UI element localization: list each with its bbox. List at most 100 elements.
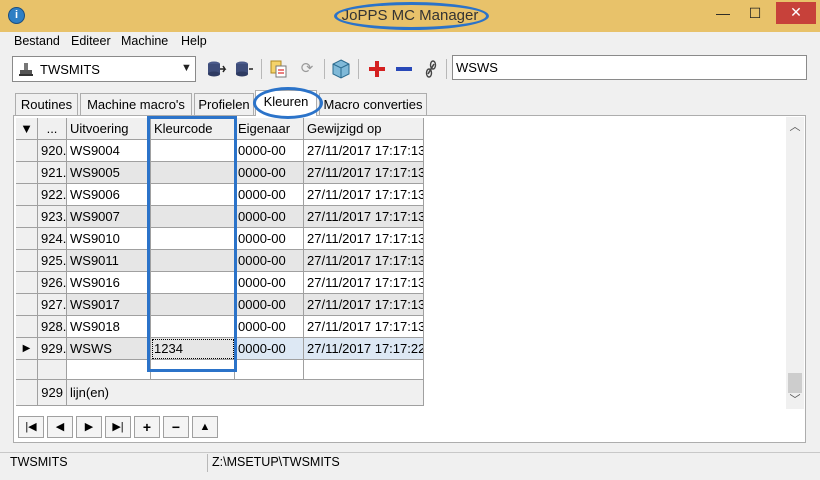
status-machine: TWSMITS bbox=[10, 455, 68, 469]
vertical-scrollbar[interactable] bbox=[786, 117, 804, 409]
cell-eigenaar[interactable]: 0000-00 bbox=[235, 294, 304, 316]
nav-prior-button[interactable]: ◀ bbox=[47, 416, 73, 438]
row-number[interactable]: 925. bbox=[38, 250, 67, 272]
row-indicator: ▶ bbox=[16, 338, 38, 360]
column-header-uitvoering[interactable]: Uitvoering bbox=[67, 118, 151, 140]
chevron-down-icon[interactable]: ▼ bbox=[181, 62, 192, 74]
menu-help[interactable]: Help bbox=[181, 34, 207, 48]
package-icon bbox=[332, 59, 350, 79]
cell-uitvoering[interactable]: WS9004 bbox=[67, 140, 151, 162]
refresh-button[interactable]: ⟳ bbox=[296, 58, 318, 80]
column-header-eigenaar[interactable]: Eigenaar bbox=[235, 118, 304, 140]
empty-new-row-cell bbox=[16, 360, 38, 380]
empty-new-row-cell[interactable] bbox=[304, 360, 424, 380]
search-input[interactable] bbox=[452, 55, 807, 80]
link-button[interactable] bbox=[420, 58, 442, 80]
row-number[interactable]: 922. bbox=[38, 184, 67, 206]
cell-gewijzigd-op[interactable]: 27/11/2017 17:17:13 bbox=[304, 206, 424, 228]
cell-eigenaar[interactable]: 0000-00 bbox=[235, 184, 304, 206]
cell-uitvoering[interactable]: WS9011 bbox=[67, 250, 151, 272]
cell-uitvoering[interactable]: WS9006 bbox=[67, 184, 151, 206]
cell-eigenaar[interactable]: 0000-00 bbox=[235, 162, 304, 184]
cell-gewijzigd-op[interactable]: 27/11/2017 17:17:13 bbox=[304, 184, 424, 206]
status-separator bbox=[207, 454, 208, 472]
tab-machine-macros[interactable]: Machine macro's bbox=[80, 93, 192, 115]
cell-uitvoering[interactable]: WS9007 bbox=[67, 206, 151, 228]
cell-uitvoering[interactable]: WS9010 bbox=[67, 228, 151, 250]
header-indicator[interactable]: ▼ bbox=[16, 118, 38, 140]
tab-highlight-ring bbox=[253, 87, 323, 119]
db-export-button[interactable] bbox=[206, 58, 228, 80]
add-button[interactable] bbox=[366, 58, 388, 80]
maximize-button[interactable]: ☐ bbox=[742, 3, 768, 23]
tab-profielen[interactable]: Profielen bbox=[194, 93, 254, 115]
scroll-up-icon[interactable]: ︿ bbox=[786, 118, 804, 136]
menu-editeer[interactable]: Editeer bbox=[71, 34, 111, 48]
link-icon bbox=[425, 60, 437, 78]
cell-uitvoering[interactable]: WS9005 bbox=[67, 162, 151, 184]
cell-uitvoering[interactable]: WS9017 bbox=[67, 294, 151, 316]
cell-gewijzigd-op[interactable]: 27/11/2017 17:17:13 bbox=[304, 162, 424, 184]
close-button[interactable]: ✕ bbox=[776, 2, 816, 24]
row-indicator bbox=[16, 250, 38, 272]
toolbar-separator bbox=[324, 59, 325, 79]
row-number[interactable]: 920. bbox=[38, 140, 67, 162]
nav-next-button[interactable]: ▶ bbox=[76, 416, 102, 438]
cell-eigenaar[interactable]: 0000-00 bbox=[235, 140, 304, 162]
empty-new-row-cell[interactable] bbox=[235, 360, 304, 380]
minimize-button[interactable]: — bbox=[710, 3, 736, 23]
nav-last-button[interactable]: ▶| bbox=[105, 416, 131, 438]
nav-insert-button[interactable]: + bbox=[134, 416, 160, 438]
remove-icon bbox=[396, 67, 412, 71]
refresh-icon: ⟳ bbox=[300, 60, 314, 77]
nav-edit-button[interactable]: ▲ bbox=[192, 416, 218, 438]
copy-button[interactable] bbox=[268, 58, 290, 80]
cell-gewijzigd-op[interactable]: 27/11/2017 17:17:13 bbox=[304, 250, 424, 272]
remove-button[interactable] bbox=[393, 58, 415, 80]
cell-uitvoering[interactable]: WS9018 bbox=[67, 316, 151, 338]
toolbar-separator bbox=[358, 59, 359, 79]
cell-gewijzigd-op[interactable]: 27/11/2017 17:17:13 bbox=[304, 272, 424, 294]
cell-gewijzigd-op[interactable]: 27/11/2017 17:17:13 bbox=[304, 294, 424, 316]
machine-select[interactable]: TWSMITS ▼ bbox=[12, 56, 196, 82]
footer-row-count: 929 bbox=[38, 380, 67, 406]
cell-gewijzigd-op[interactable]: 27/11/2017 17:17:13 bbox=[304, 316, 424, 338]
row-number[interactable]: 926. bbox=[38, 272, 67, 294]
row-number[interactable]: 924. bbox=[38, 228, 67, 250]
menu-bestand[interactable]: Bestand bbox=[14, 34, 60, 48]
row-number[interactable]: 923. bbox=[38, 206, 67, 228]
cell-uitvoering[interactable]: WS9016 bbox=[67, 272, 151, 294]
row-number[interactable]: 927. bbox=[38, 294, 67, 316]
cell-eigenaar[interactable]: 0000-00 bbox=[235, 250, 304, 272]
scroll-down-icon[interactable]: ﹀ bbox=[786, 391, 804, 409]
row-number[interactable]: 921. bbox=[38, 162, 67, 184]
cell-eigenaar[interactable]: 0000-00 bbox=[235, 316, 304, 338]
tab-macro-converties[interactable]: Macro converties bbox=[319, 93, 427, 115]
cell-gewijzigd-op[interactable]: 27/11/2017 17:17:13 bbox=[304, 228, 424, 250]
nav-first-button[interactable]: |◀ bbox=[18, 416, 44, 438]
package-button[interactable] bbox=[330, 58, 352, 80]
row-number[interactable]: 929. bbox=[38, 338, 67, 360]
empty-new-row-cell bbox=[38, 360, 67, 380]
cell-eigenaar[interactable]: 0000-00 bbox=[235, 272, 304, 294]
cell-gewijzigd-op[interactable]: 27/11/2017 17:17:13 bbox=[304, 140, 424, 162]
menu-machine[interactable]: Machine bbox=[121, 34, 168, 48]
status-bar bbox=[0, 452, 820, 474]
cell-eigenaar[interactable]: 0000-00 bbox=[235, 338, 304, 360]
nav-delete-button[interactable]: − bbox=[163, 416, 189, 438]
cell-eigenaar[interactable]: 0000-00 bbox=[235, 228, 304, 250]
cell-eigenaar[interactable]: 0000-00 bbox=[235, 206, 304, 228]
cell-uitvoering[interactable]: WSWS bbox=[67, 338, 151, 360]
tab-routines[interactable]: Routines bbox=[15, 93, 78, 115]
column-header-number[interactable]: ... bbox=[38, 118, 67, 140]
db-import-button[interactable] bbox=[232, 58, 254, 80]
empty-new-row-cell[interactable] bbox=[67, 360, 151, 380]
cell-gewijzigd-op[interactable]: 27/11/2017 17:17:22 bbox=[304, 338, 424, 360]
scrollbar-thumb[interactable] bbox=[788, 373, 802, 393]
title-highlight-ring bbox=[334, 2, 489, 30]
column-header-gewijzigd-op[interactable]: Gewijzigd op bbox=[304, 118, 424, 140]
row-number[interactable]: 928. bbox=[38, 316, 67, 338]
row-indicator bbox=[16, 228, 38, 250]
row-indicator bbox=[16, 162, 38, 184]
kleurcode-highlight-box bbox=[147, 116, 237, 372]
